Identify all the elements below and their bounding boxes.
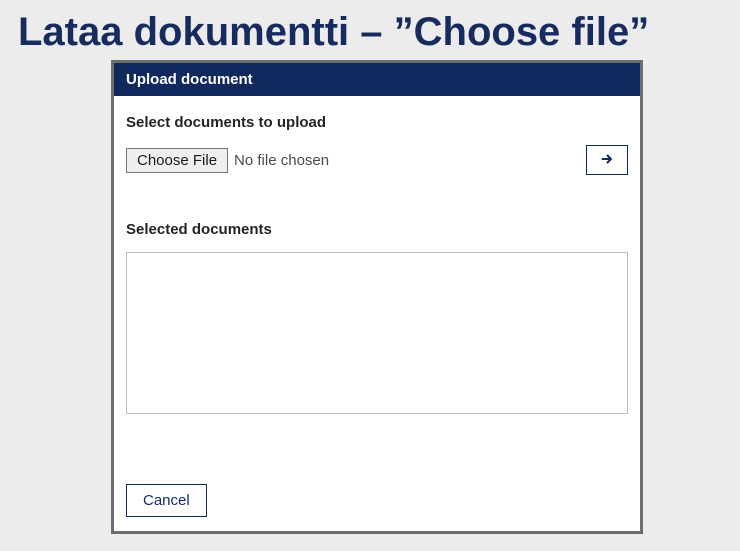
selected-documents-listbox[interactable] <box>126 252 628 414</box>
submit-arrow-button[interactable] <box>586 145 628 175</box>
selected-documents-title: Selected documents <box>126 221 628 238</box>
dialog-header: Upload document <box>114 63 640 96</box>
dialog-body: Select documents to upload Choose File N… <box>114 96 640 531</box>
select-documents-title: Select documents to upload <box>126 114 628 131</box>
choose-file-button[interactable]: Choose File <box>126 148 228 173</box>
file-input-row: Choose File No file chosen <box>126 145 628 175</box>
file-input-group: Choose File No file chosen <box>126 148 329 173</box>
arrow-right-icon <box>601 153 613 168</box>
page-title: Lataa dokumentti – ”Choose file” <box>0 0 740 63</box>
upload-dialog: Upload document Select documents to uplo… <box>114 63 640 531</box>
no-file-chosen-text: No file chosen <box>234 152 329 169</box>
cancel-button[interactable]: Cancel <box>126 484 207 517</box>
